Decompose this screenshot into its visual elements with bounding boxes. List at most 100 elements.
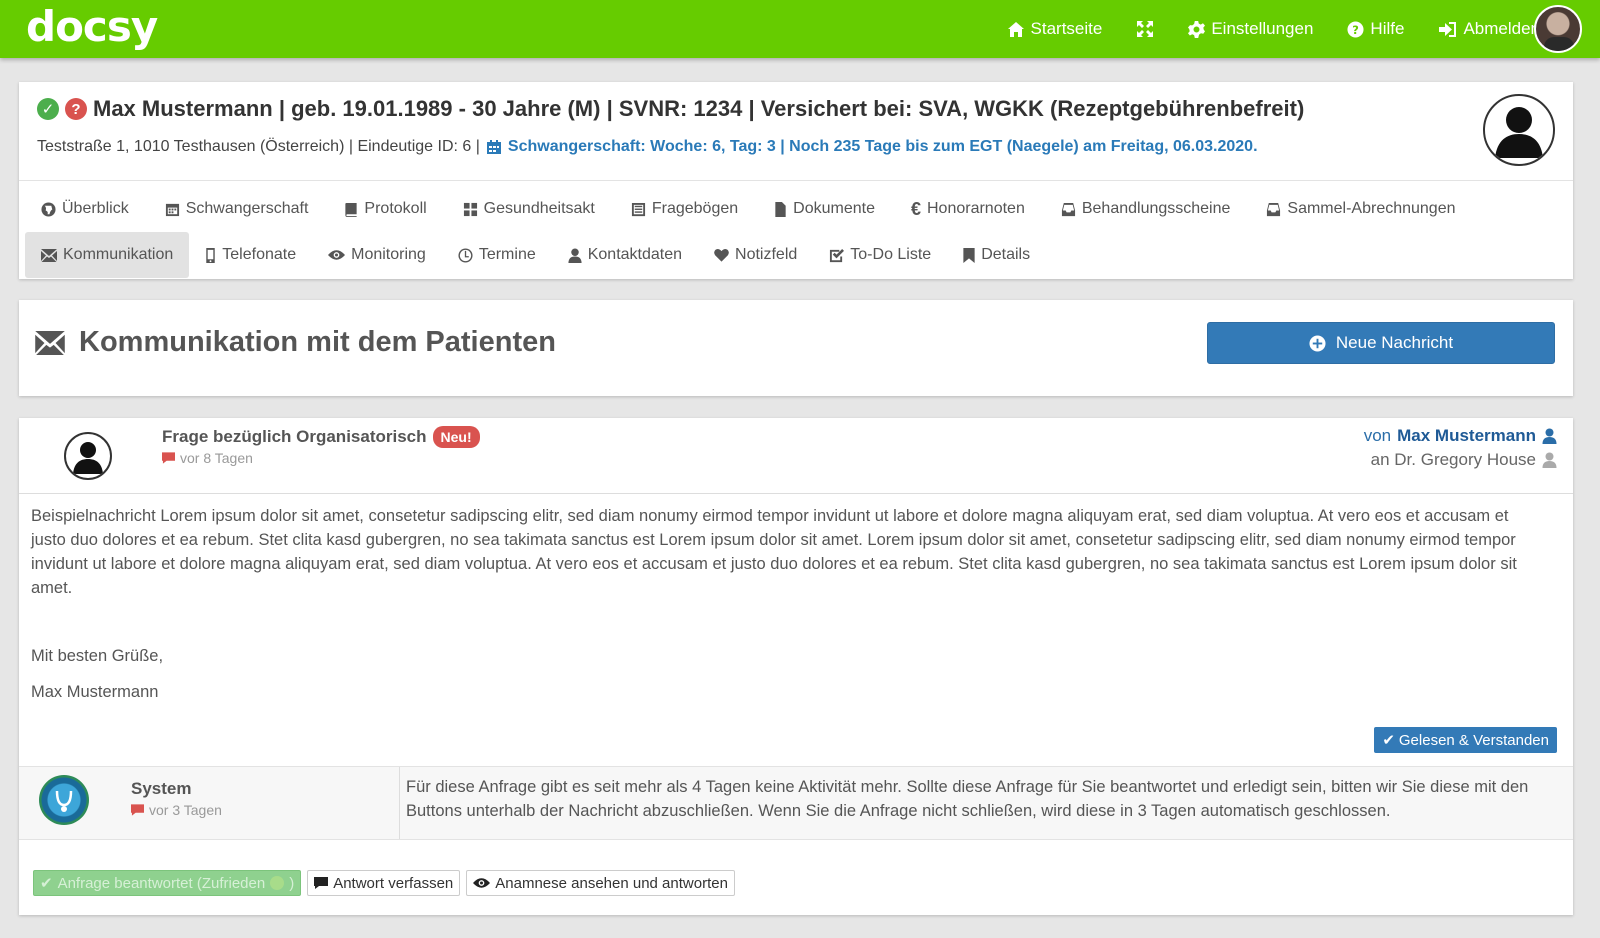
tab-label: To-Do Liste — [850, 246, 932, 263]
nav-help[interactable]: ? Hilfe — [1347, 19, 1404, 39]
patient-header-card: ✓ ? Max Mustermann | geb. 19.01.1989 - 3… — [19, 82, 1573, 279]
logout-icon — [1439, 21, 1457, 37]
tab-monitoring[interactable]: Monitoring — [312, 232, 442, 278]
plus-circle-icon — [1309, 334, 1326, 352]
bookmark-icon — [963, 247, 975, 263]
svg-text:?: ? — [1353, 22, 1360, 36]
message-greeting: Mit besten Grüße, — [31, 647, 164, 665]
tab-overview[interactable]: Überblick — [25, 186, 145, 232]
tab-label: Protokoll — [364, 200, 427, 217]
tab-label: Sammel-Abrechnungen — [1287, 200, 1456, 217]
book-icon — [345, 202, 358, 217]
tab-todo-list[interactable]: To-Do Liste — [813, 232, 947, 278]
nav-logout-label: Abmelden — [1463, 19, 1540, 38]
from-prefix: von — [1363, 426, 1392, 445]
nav-home[interactable]: Startseite — [1007, 19, 1103, 39]
nav-logout[interactable]: Abmelden — [1438, 19, 1540, 39]
message-card: Frage bezüglich Organisatorisch Neu! vor… — [19, 418, 1573, 915]
heart-icon — [714, 249, 729, 262]
read-understood-button[interactable]: ✔ Gelesen & Verstanden — [1374, 727, 1557, 753]
calendar-icon — [165, 203, 179, 216]
tab-label: Behandlungsscheine — [1081, 200, 1231, 217]
tab-documents[interactable]: Dokumente — [758, 186, 891, 232]
tab-collective-billing[interactable]: Sammel-Abrechnungen — [1250, 186, 1471, 232]
user-icon — [1542, 428, 1557, 444]
message-signature: Max Mustermann — [31, 683, 159, 701]
tab-label: Termine — [478, 246, 536, 263]
message-header: Frage bezüglich Organisatorisch Neu! vor… — [19, 418, 1573, 494]
check-circle-icon: ✓ — [37, 98, 59, 120]
compose-reply-button[interactable]: Antwort verfassen — [307, 870, 461, 896]
tab-row-1: Überblick Schwangerschaft Protokoll Gesu… — [25, 186, 1565, 232]
phone-icon — [206, 247, 215, 263]
request-answered-label: Anfrage beantwortet (Zufrieden — [57, 874, 266, 892]
check-square-icon — [830, 248, 845, 262]
sender-avatar — [64, 432, 112, 480]
patient-subline: Teststraße 1, 1010 Testhausen (Österreic… — [37, 138, 1258, 156]
system-time: vor 3 Tagen — [131, 802, 222, 818]
system-name: System — [131, 779, 192, 798]
tab-contact-data[interactable]: Kontaktdaten — [552, 232, 698, 278]
system-time-text: vor 3 Tagen — [149, 802, 222, 818]
system-reply: System vor 3 Tagen Für diese Anfrage gib… — [19, 766, 1573, 840]
system-avatar — [39, 775, 89, 825]
calendar-icon — [486, 140, 501, 154]
user-icon — [1542, 452, 1557, 468]
tab-protocol[interactable]: Protokoll — [328, 186, 442, 232]
compose-reply-label: Antwort verfassen — [333, 874, 454, 892]
nav-settings[interactable]: Einstellungen — [1188, 19, 1313, 39]
pregnancy-info[interactable]: Schwangerschaft: Woche: 6, Tag: 3 | Noch… — [508, 138, 1258, 156]
tab-label: Honorarnoten — [927, 200, 1025, 217]
tab-health-record[interactable]: Gesundheitsakt — [447, 186, 611, 232]
docsy-logo[interactable]: docsy — [26, 2, 158, 52]
message-subject: Frage bezüglich Organisatorisch Neu! — [162, 426, 480, 448]
tab-phone-calls[interactable]: Telefonate — [189, 232, 312, 278]
new-message-label: Neue Nachricht — [1335, 333, 1454, 352]
tab-label: Notizfeld — [735, 246, 798, 263]
tab-details[interactable]: Details — [947, 232, 1046, 278]
tab-notes[interactable]: Notizfeld — [698, 232, 813, 278]
tab-label: Kommunikation — [63, 246, 174, 263]
list-alt-icon — [631, 202, 645, 216]
nav-settings-label: Einstellungen — [1211, 19, 1314, 38]
user-avatar[interactable] — [1534, 5, 1582, 53]
envelope-icon — [35, 330, 65, 355]
patient-title: ✓ ? Max Mustermann | geb. 19.01.1989 - 3… — [37, 96, 1304, 122]
eye-icon — [473, 878, 491, 888]
top-nav: Startseite Einstellungen ? Hilfe Abmelde… — [1007, 0, 1540, 58]
fullscreen-icon — [1137, 21, 1154, 37]
to-text: an Dr. Gregory House — [1370, 450, 1536, 469]
nav-help-label: Hilfe — [1370, 19, 1405, 38]
new-message-button[interactable]: Neue Nachricht — [1207, 322, 1555, 364]
comment-icon — [162, 452, 175, 464]
nav-home-label: Startseite — [1030, 19, 1103, 38]
request-answered-button[interactable]: ✔ Anfrage beantwortet (Zufrieden ) — [33, 870, 302, 896]
message-time-text: vor 8 Tagen — [180, 450, 253, 466]
smile-icon — [270, 876, 285, 890]
tab-treatment-slips[interactable]: Behandlungsscheine — [1045, 186, 1247, 232]
patient-tabs: Überblick Schwangerschaft Protokoll Gesu… — [25, 186, 1565, 278]
tab-invoices[interactable]: € Honorarnoten — [895, 186, 1041, 232]
tab-communication[interactable]: Kommunikation — [25, 232, 190, 278]
tab-appointments[interactable]: Termine — [442, 232, 552, 278]
from-name[interactable]: Max Mustermann — [1397, 426, 1536, 446]
view-anamnesis-button[interactable]: Anamnese ansehen und antworten — [466, 870, 735, 896]
check-icon: ✔ — [1382, 732, 1395, 749]
user-icon — [568, 247, 582, 263]
tab-label: Überblick — [62, 200, 129, 217]
top-navbar: docsy Startseite Einstellungen ? Hilfe A… — [0, 0, 1600, 58]
divider — [19, 180, 1573, 181]
fullscreen-toggle[interactable] — [1136, 20, 1154, 38]
tab-pregnancy[interactable]: Schwangerschaft — [149, 186, 325, 232]
patient-title-text: Max Mustermann | geb. 19.01.1989 - 30 Ja… — [93, 96, 1305, 121]
message-time: vor 8 Tagen — [162, 450, 253, 466]
tab-questionnaires[interactable]: Fragebögen — [615, 186, 754, 232]
tab-label: Schwangerschaft — [185, 200, 309, 217]
comment-icon — [131, 804, 144, 816]
tab-label: Telefonate — [222, 246, 297, 263]
home-icon — [1007, 21, 1024, 37]
tab-label: Dokumente — [793, 200, 875, 217]
tab-label: Details — [981, 246, 1031, 263]
read-understood-label: Gelesen & Verstanden — [1398, 731, 1549, 749]
grid-icon — [463, 202, 477, 216]
